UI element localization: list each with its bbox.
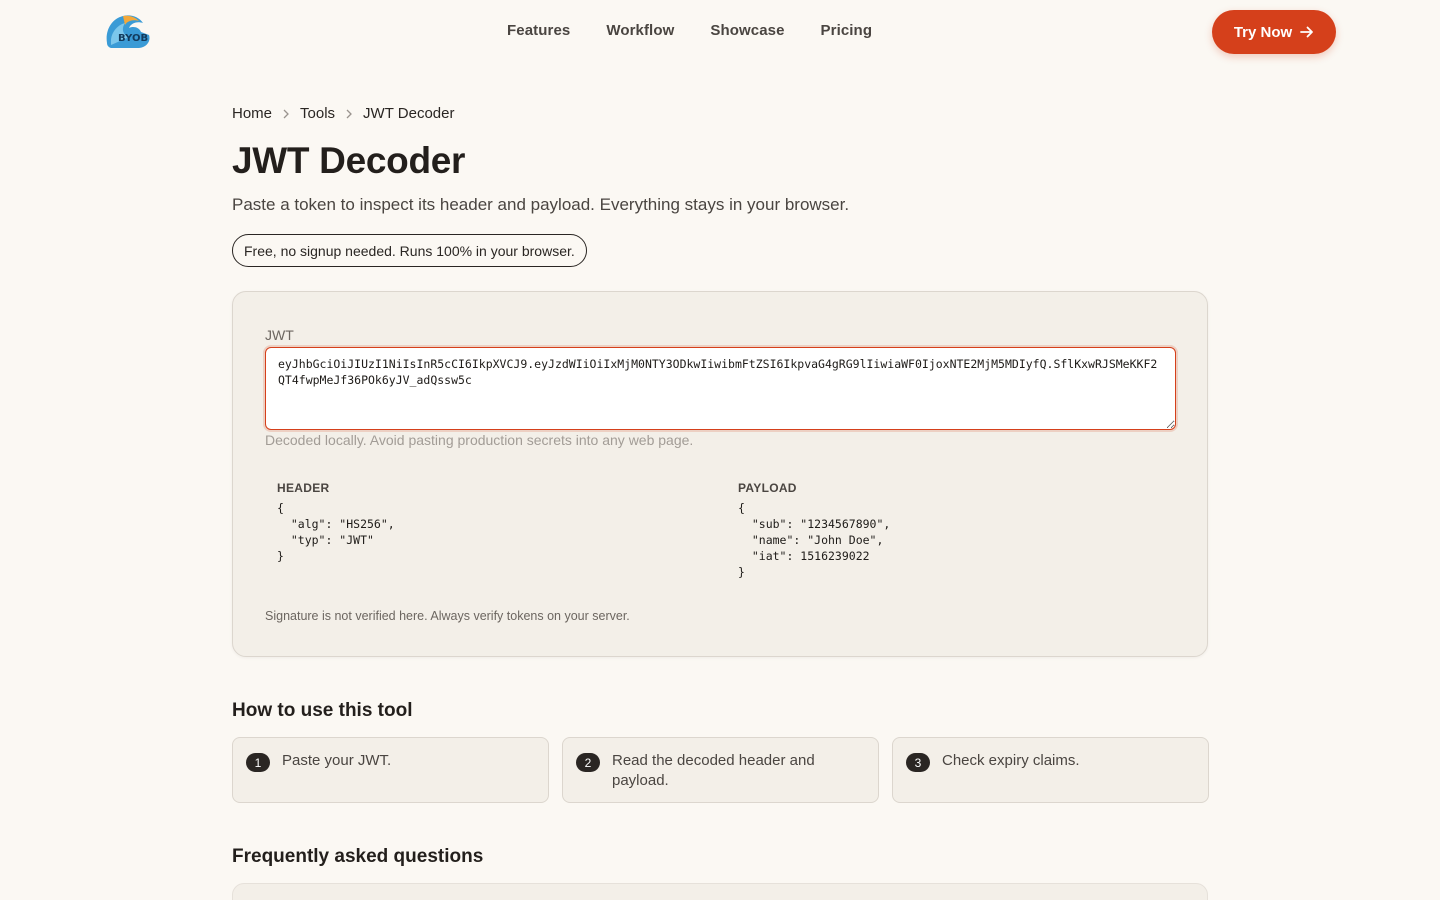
try-now-label: Try Now	[1233, 23, 1293, 41]
try-now-button[interactable]: Try Now	[1212, 10, 1336, 54]
nav-link-workflow[interactable]: Workflow	[606, 22, 674, 39]
nav-link-showcase[interactable]: Showcase	[710, 22, 784, 39]
top-navigation: BYOB Features Workflow Showcase Pricing …	[0, 0, 1440, 64]
step-card: 1 Paste your JWT.	[232, 737, 549, 803]
page-title: JWT Decoder	[232, 140, 466, 181]
chevron-right-icon	[345, 106, 353, 122]
breadcrumb-current: JWT Decoder	[363, 105, 455, 122]
arrow-right-icon	[1300, 26, 1314, 38]
header-json: { "alg": "HS256", "typ": "JWT" }	[277, 501, 395, 563]
breadcrumb-home[interactable]: Home	[232, 105, 272, 122]
step-number: 2	[576, 753, 600, 772]
how-to-heading: How to use this tool	[232, 700, 413, 721]
step-text: Read the decoded header and payload.	[612, 752, 815, 789]
payload-panel-label: PAYLOAD	[738, 481, 797, 495]
step-number: 3	[906, 753, 930, 772]
logo-text: BYOB	[118, 33, 148, 44]
nav-links: Features Workflow Showcase Pricing	[507, 22, 872, 39]
step-number: 1	[246, 753, 270, 772]
byob-logo[interactable]: BYOB	[103, 13, 153, 51]
decoder-card: JWT Decoded locally. Avoid pasting produ…	[232, 291, 1208, 657]
signature-note: Signature is not verified here. Always v…	[265, 609, 630, 623]
breadcrumb-tools[interactable]: Tools	[300, 105, 335, 122]
jwt-input-label: JWT	[265, 327, 294, 343]
step-text: Paste your JWT.	[282, 752, 392, 769]
free-badge: Free, no signup needed. Runs 100% in you…	[232, 234, 587, 267]
nav-link-pricing[interactable]: Pricing	[821, 22, 873, 39]
how-to-steps: 1 Paste your JWT. 2 Read the decoded hea…	[232, 737, 1209, 803]
jwt-input[interactable]	[265, 347, 1176, 430]
step-card: 2 Read the decoded header and payload.	[562, 737, 879, 803]
step-card: 3 Check expiry claims.	[892, 737, 1209, 803]
step-text: Check expiry claims.	[942, 752, 1080, 769]
nav-link-features[interactable]: Features	[507, 22, 570, 39]
faq-heading: Frequently asked questions	[232, 846, 484, 867]
chevron-right-icon	[282, 106, 290, 122]
header-panel-label: HEADER	[277, 481, 330, 495]
input-hint: Decoded locally. Avoid pasting productio…	[265, 432, 694, 448]
breadcrumb: Home Tools JWT Decoder	[232, 105, 454, 122]
page-subtitle: Paste a token to inspect its header and …	[232, 195, 850, 214]
payload-json: { "sub": "1234567890", "name": "John Doe…	[738, 501, 891, 579]
faq-item[interactable]	[232, 883, 1208, 900]
